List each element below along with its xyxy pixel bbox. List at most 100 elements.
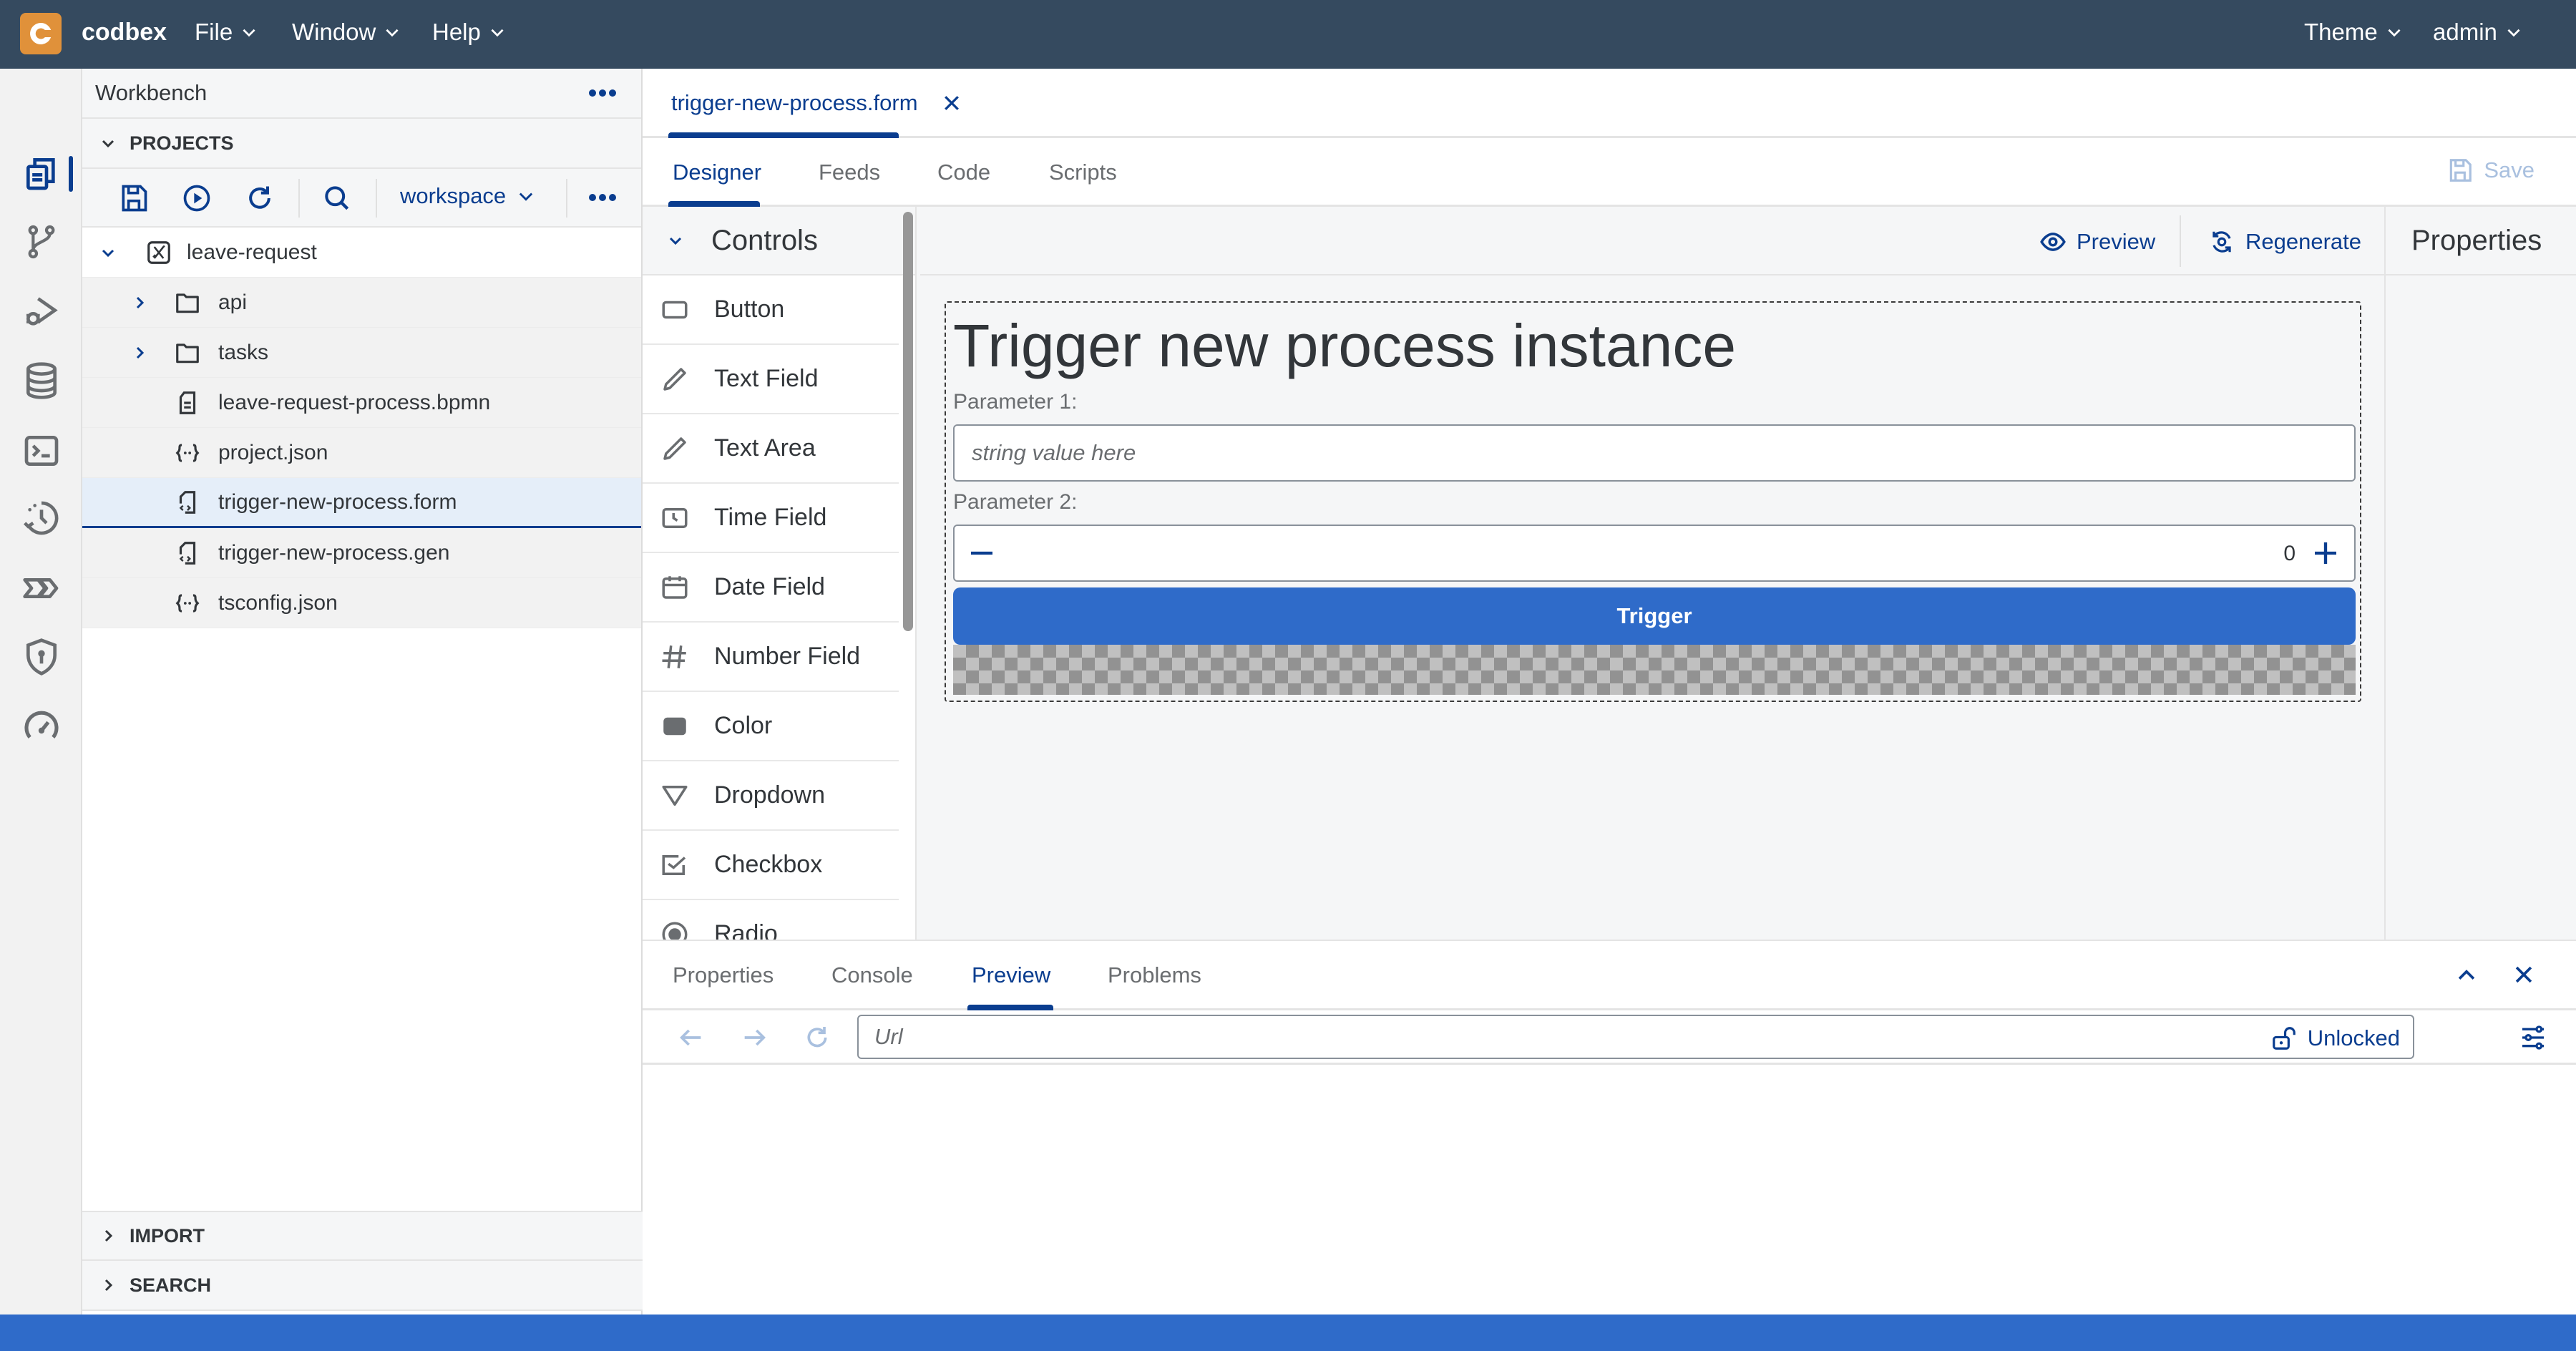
tree-item-folder[interactable]: tasks bbox=[82, 328, 641, 378]
close-icon[interactable] bbox=[2512, 962, 2536, 987]
control-text-area[interactable]: Text Area bbox=[643, 414, 899, 484]
regenerate-label: Regenerate bbox=[2245, 229, 2362, 254]
regenerate-button[interactable]: Regenerate bbox=[2208, 228, 2361, 255]
trigger-button[interactable]: Trigger bbox=[953, 587, 2356, 645]
controls-header[interactable]: Controls bbox=[643, 207, 915, 275]
chevron-down-icon bbox=[491, 29, 504, 37]
controls-scrollbar[interactable] bbox=[903, 212, 913, 631]
menu-user[interactable]: admin bbox=[2433, 19, 2523, 46]
editor-tab-form[interactable]: trigger-new-process.form bbox=[671, 90, 962, 116]
menu-theme[interactable]: Theme bbox=[2304, 19, 2404, 46]
workbench-icon[interactable] bbox=[21, 153, 62, 193]
tree-item-file[interactable]: leave-request-process.bpmn bbox=[82, 378, 641, 428]
tree-item-file[interactable]: project.json bbox=[82, 428, 641, 478]
tab-properties[interactable]: Properties bbox=[673, 962, 774, 988]
projects-section-header[interactable]: PROJECTS bbox=[82, 119, 641, 169]
save-button[interactable]: Save bbox=[2446, 157, 2534, 184]
tree-item-file[interactable]: tsconfig.json bbox=[82, 578, 641, 628]
parameter-1-input[interactable] bbox=[955, 426, 2354, 480]
minus-icon[interactable] bbox=[967, 539, 996, 567]
tab-problems[interactable]: Problems bbox=[1108, 962, 1201, 988]
dashboard-icon[interactable] bbox=[21, 706, 62, 746]
parameter-2-label[interactable]: Parameter 2: bbox=[953, 490, 1077, 514]
url-field[interactable]: Unlocked bbox=[857, 1015, 2414, 1059]
maximize-chevron-up-icon[interactable] bbox=[2454, 962, 2479, 987]
control-label: Checkbox bbox=[714, 851, 823, 878]
search-icon[interactable] bbox=[321, 182, 353, 214]
plus-icon[interactable] bbox=[2311, 539, 2340, 567]
menu-window[interactable]: Window bbox=[292, 19, 401, 46]
import-section-header[interactable]: IMPORT bbox=[82, 1211, 643, 1261]
tab-scripts[interactable]: Scripts bbox=[1049, 160, 1117, 185]
toolbar-divider bbox=[566, 179, 567, 218]
form-heading[interactable]: Trigger new process instance bbox=[953, 311, 1736, 381]
settings-sliders-icon[interactable] bbox=[2519, 1023, 2547, 1052]
parameter-1-field[interactable] bbox=[953, 424, 2356, 482]
history-icon[interactable] bbox=[21, 498, 62, 538]
tab-console[interactable]: Console bbox=[831, 962, 913, 988]
toolbar-divider bbox=[376, 179, 377, 218]
tree-item-label: api bbox=[218, 290, 248, 314]
close-icon[interactable] bbox=[941, 92, 962, 114]
chevron-right-icon[interactable] bbox=[131, 344, 148, 361]
back-arrow-icon[interactable] bbox=[677, 1023, 706, 1052]
preview-button[interactable]: Preview bbox=[2039, 228, 2155, 255]
publish-icon[interactable] bbox=[181, 182, 213, 214]
tree-item-file-selected[interactable]: trigger-new-process.form bbox=[82, 478, 641, 528]
menu-file[interactable]: File bbox=[195, 19, 258, 46]
workspace-selector[interactable]: workspace bbox=[400, 183, 536, 209]
terminal-icon[interactable] bbox=[21, 431, 62, 471]
form-file-icon bbox=[179, 490, 196, 514]
control-time-field[interactable]: Time Field bbox=[643, 484, 899, 553]
url-input[interactable] bbox=[859, 1016, 2218, 1058]
save-label: Save bbox=[2484, 157, 2534, 182]
import-section-label: IMPORT bbox=[130, 1224, 205, 1247]
control-label: Text Field bbox=[714, 365, 819, 392]
security-icon[interactable] bbox=[21, 637, 62, 677]
tree-item-file[interactable]: trigger-new-process.gen bbox=[82, 528, 641, 578]
tab-feeds[interactable]: Feeds bbox=[819, 160, 880, 185]
search-section-header[interactable]: SEARCH bbox=[82, 1261, 643, 1311]
top-bar: codbex File Window Help Theme admin bbox=[0, 0, 2576, 69]
more-options-icon[interactable] bbox=[588, 192, 617, 203]
active-tab-indicator bbox=[967, 1005, 1053, 1010]
tab-preview[interactable]: Preview bbox=[972, 962, 1050, 988]
menu-help[interactable]: Help bbox=[432, 19, 507, 46]
forward-arrow-icon[interactable] bbox=[740, 1023, 769, 1052]
save-all-icon[interactable] bbox=[118, 182, 150, 214]
control-radio[interactable]: Radio bbox=[643, 900, 899, 940]
form-container[interactable]: Trigger new process instance Parameter 1… bbox=[945, 301, 2361, 702]
tree-item-label: leave-request bbox=[187, 240, 317, 264]
project-icon bbox=[147, 240, 170, 264]
control-button[interactable]: Button bbox=[643, 275, 899, 345]
parameter-1-label[interactable]: Parameter 1: bbox=[953, 390, 1077, 414]
control-number-field[interactable]: Number Field bbox=[643, 623, 899, 692]
control-label: Time Field bbox=[714, 504, 827, 531]
tab-designer[interactable]: Designer bbox=[673, 160, 761, 185]
control-text-field[interactable]: Text Field bbox=[643, 345, 899, 414]
more-options-icon[interactable] bbox=[588, 88, 617, 98]
debug-icon[interactable] bbox=[21, 292, 62, 332]
reload-icon[interactable] bbox=[803, 1023, 831, 1052]
parameter-2-value[interactable]: 0 bbox=[2283, 542, 2296, 566]
control-dropdown[interactable]: Dropdown bbox=[643, 761, 899, 831]
chevron-down-icon bbox=[2388, 29, 2401, 37]
control-date-field[interactable]: Date Field bbox=[643, 553, 899, 623]
git-icon[interactable] bbox=[21, 222, 62, 262]
chevron-down-icon[interactable] bbox=[99, 244, 117, 261]
control-color[interactable]: Color bbox=[643, 692, 899, 761]
chevron-right-icon[interactable] bbox=[131, 294, 148, 311]
refresh-icon[interactable] bbox=[244, 182, 275, 214]
tree-item-project[interactable]: leave-request bbox=[82, 228, 641, 278]
parameter-2-stepper[interactable]: 0 bbox=[953, 525, 2356, 582]
processes-icon[interactable] bbox=[21, 568, 62, 608]
hash-icon bbox=[662, 645, 686, 668]
controls-palette: Controls Button Text Field Text Area Tim… bbox=[643, 207, 917, 940]
lock-toggle[interactable]: Unlocked bbox=[2270, 1025, 2400, 1052]
database-icon[interactable] bbox=[21, 361, 62, 401]
drop-zone-placeholder[interactable] bbox=[953, 645, 2356, 695]
tab-code[interactable]: Code bbox=[937, 160, 990, 185]
tree-item-folder[interactable]: api bbox=[82, 278, 641, 328]
control-checkbox[interactable]: Checkbox bbox=[643, 831, 899, 900]
control-label: Date Field bbox=[714, 573, 825, 600]
